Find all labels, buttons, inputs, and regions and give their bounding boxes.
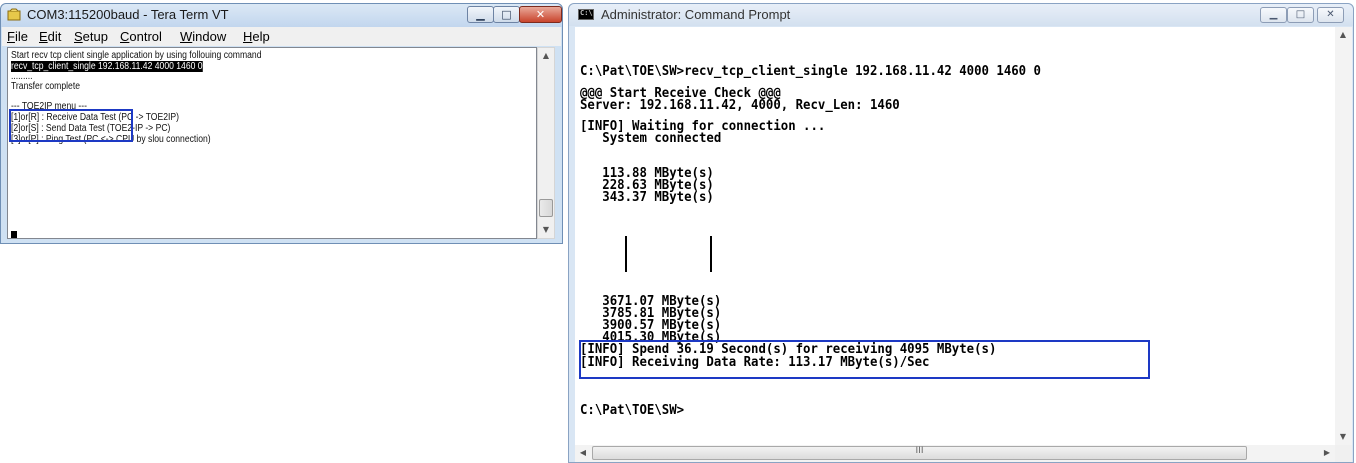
console-line-progress: 343.37 MByte(s) [580,190,714,205]
menu-control[interactable]: Control [120,29,162,44]
terminal-line-command: recv_tcp_client_single 192.168.11.42 400… [11,61,203,72]
horizontal-scroll-thumb[interactable]: III [592,446,1247,460]
scroll-right-arrow-icon[interactable]: ▶ [1319,445,1335,461]
teraterm-title-bar[interactable]: COM3:115200baud - Tera Term VT ▁ □ ✕ [1,4,562,27]
maximize-icon: □ [1295,9,1306,20]
minimize-button[interactable]: ▁ [1260,7,1287,23]
scroll-up-arrow-icon[interactable]: ▲ [538,48,554,64]
highlight-box-result [579,340,1150,379]
console-line-prompt: C:\Pat\TOE\SW> [580,403,685,418]
scroll-left-arrow-icon[interactable]: ◀ [575,445,591,461]
scroll-down-arrow-icon[interactable]: ▼ [538,222,554,238]
menu-window-mnemonic: W [180,29,193,44]
command-prompt-horizontal-scrollbar[interactable]: ◀ III ▶ [575,445,1335,462]
maximize-button[interactable]: □ [493,6,520,23]
menu-setup-mnemonic: S [74,29,83,44]
menu-help-mnemonic: H [243,29,253,44]
terminal-line: Start recv tcp client single application… [11,50,262,61]
omission-line [710,236,712,272]
scroll-up-arrow-icon[interactable]: ▲ [1335,27,1351,43]
command-prompt-vertical-scrollbar[interactable]: ▲ ▼ [1335,27,1352,445]
cmd-app-icon: C:\ [578,9,594,20]
menu-window[interactable]: Window [180,29,226,44]
menu-file-mnemonic: F [7,29,15,44]
omission-line [625,236,627,272]
command-prompt-title-bar[interactable]: C:\ Administrator: Command Prompt ▁ □ ✕ [569,4,1353,26]
scroll-grip-icon: III [915,446,924,456]
close-icon: ✕ [535,8,546,21]
minimize-button[interactable]: ▁ [467,6,494,23]
close-button[interactable]: ✕ [519,6,562,23]
close-button[interactable]: ✕ [1317,7,1344,23]
menu-setup-label: etup [82,29,108,44]
menu-control-mnemonic: C [120,29,130,44]
teraterm-app-icon [7,8,21,21]
maximize-button[interactable]: □ [1287,7,1314,23]
console-line: System connected [580,131,722,146]
menu-file[interactable]: File [7,29,28,44]
menu-window-label: indow [192,29,227,44]
teraterm-menu-bar: File Edit Setup Control Window Help [2,27,561,46]
maximize-icon: □ [501,8,512,21]
menu-edit[interactable]: Edit [39,29,61,44]
minimize-icon: ▁ [476,8,485,21]
command-prompt-title: Administrator: Command Prompt [601,7,791,22]
terminal-line-transfer-complete: Transfer complete [11,81,80,92]
menu-help[interactable]: Help [243,29,270,44]
scroll-thumb[interactable] [539,199,553,217]
console-line: Server: 192.168.11.42, 4000, Recv_Len: 1… [580,98,900,113]
console-line-command: C:\Pat\TOE\SW>recv_tcp_client_single 192… [580,64,1042,79]
menu-edit-label: dit [47,29,62,44]
minimize-icon: ▁ [1269,9,1278,20]
menu-edit-mnemonic: E [39,29,48,44]
terminal-cursor [11,231,17,238]
scrollbar-corner [1335,445,1352,462]
menu-file-label: ile [14,29,28,44]
teraterm-vertical-scrollbar[interactable]: ▲ ▼ [537,47,555,239]
command-prompt-window: C:\ Administrator: Command Prompt ▁ □ ✕ … [568,3,1354,463]
teraterm-terminal[interactable]: Start recv tcp client single application… [7,47,537,239]
menu-setup[interactable]: Setup [74,29,108,44]
command-prompt-console[interactable]: C:\Pat\TOE\SW>recv_tcp_client_single 192… [575,27,1335,445]
menu-help-label: elp [252,29,270,44]
teraterm-title: COM3:115200baud - Tera Term VT [27,7,229,22]
close-icon: ✕ [1326,9,1335,20]
highlight-box-transfer-complete [9,109,133,142]
menu-control-label: ontrol [129,29,162,44]
scroll-down-arrow-icon[interactable]: ▼ [1335,429,1351,445]
